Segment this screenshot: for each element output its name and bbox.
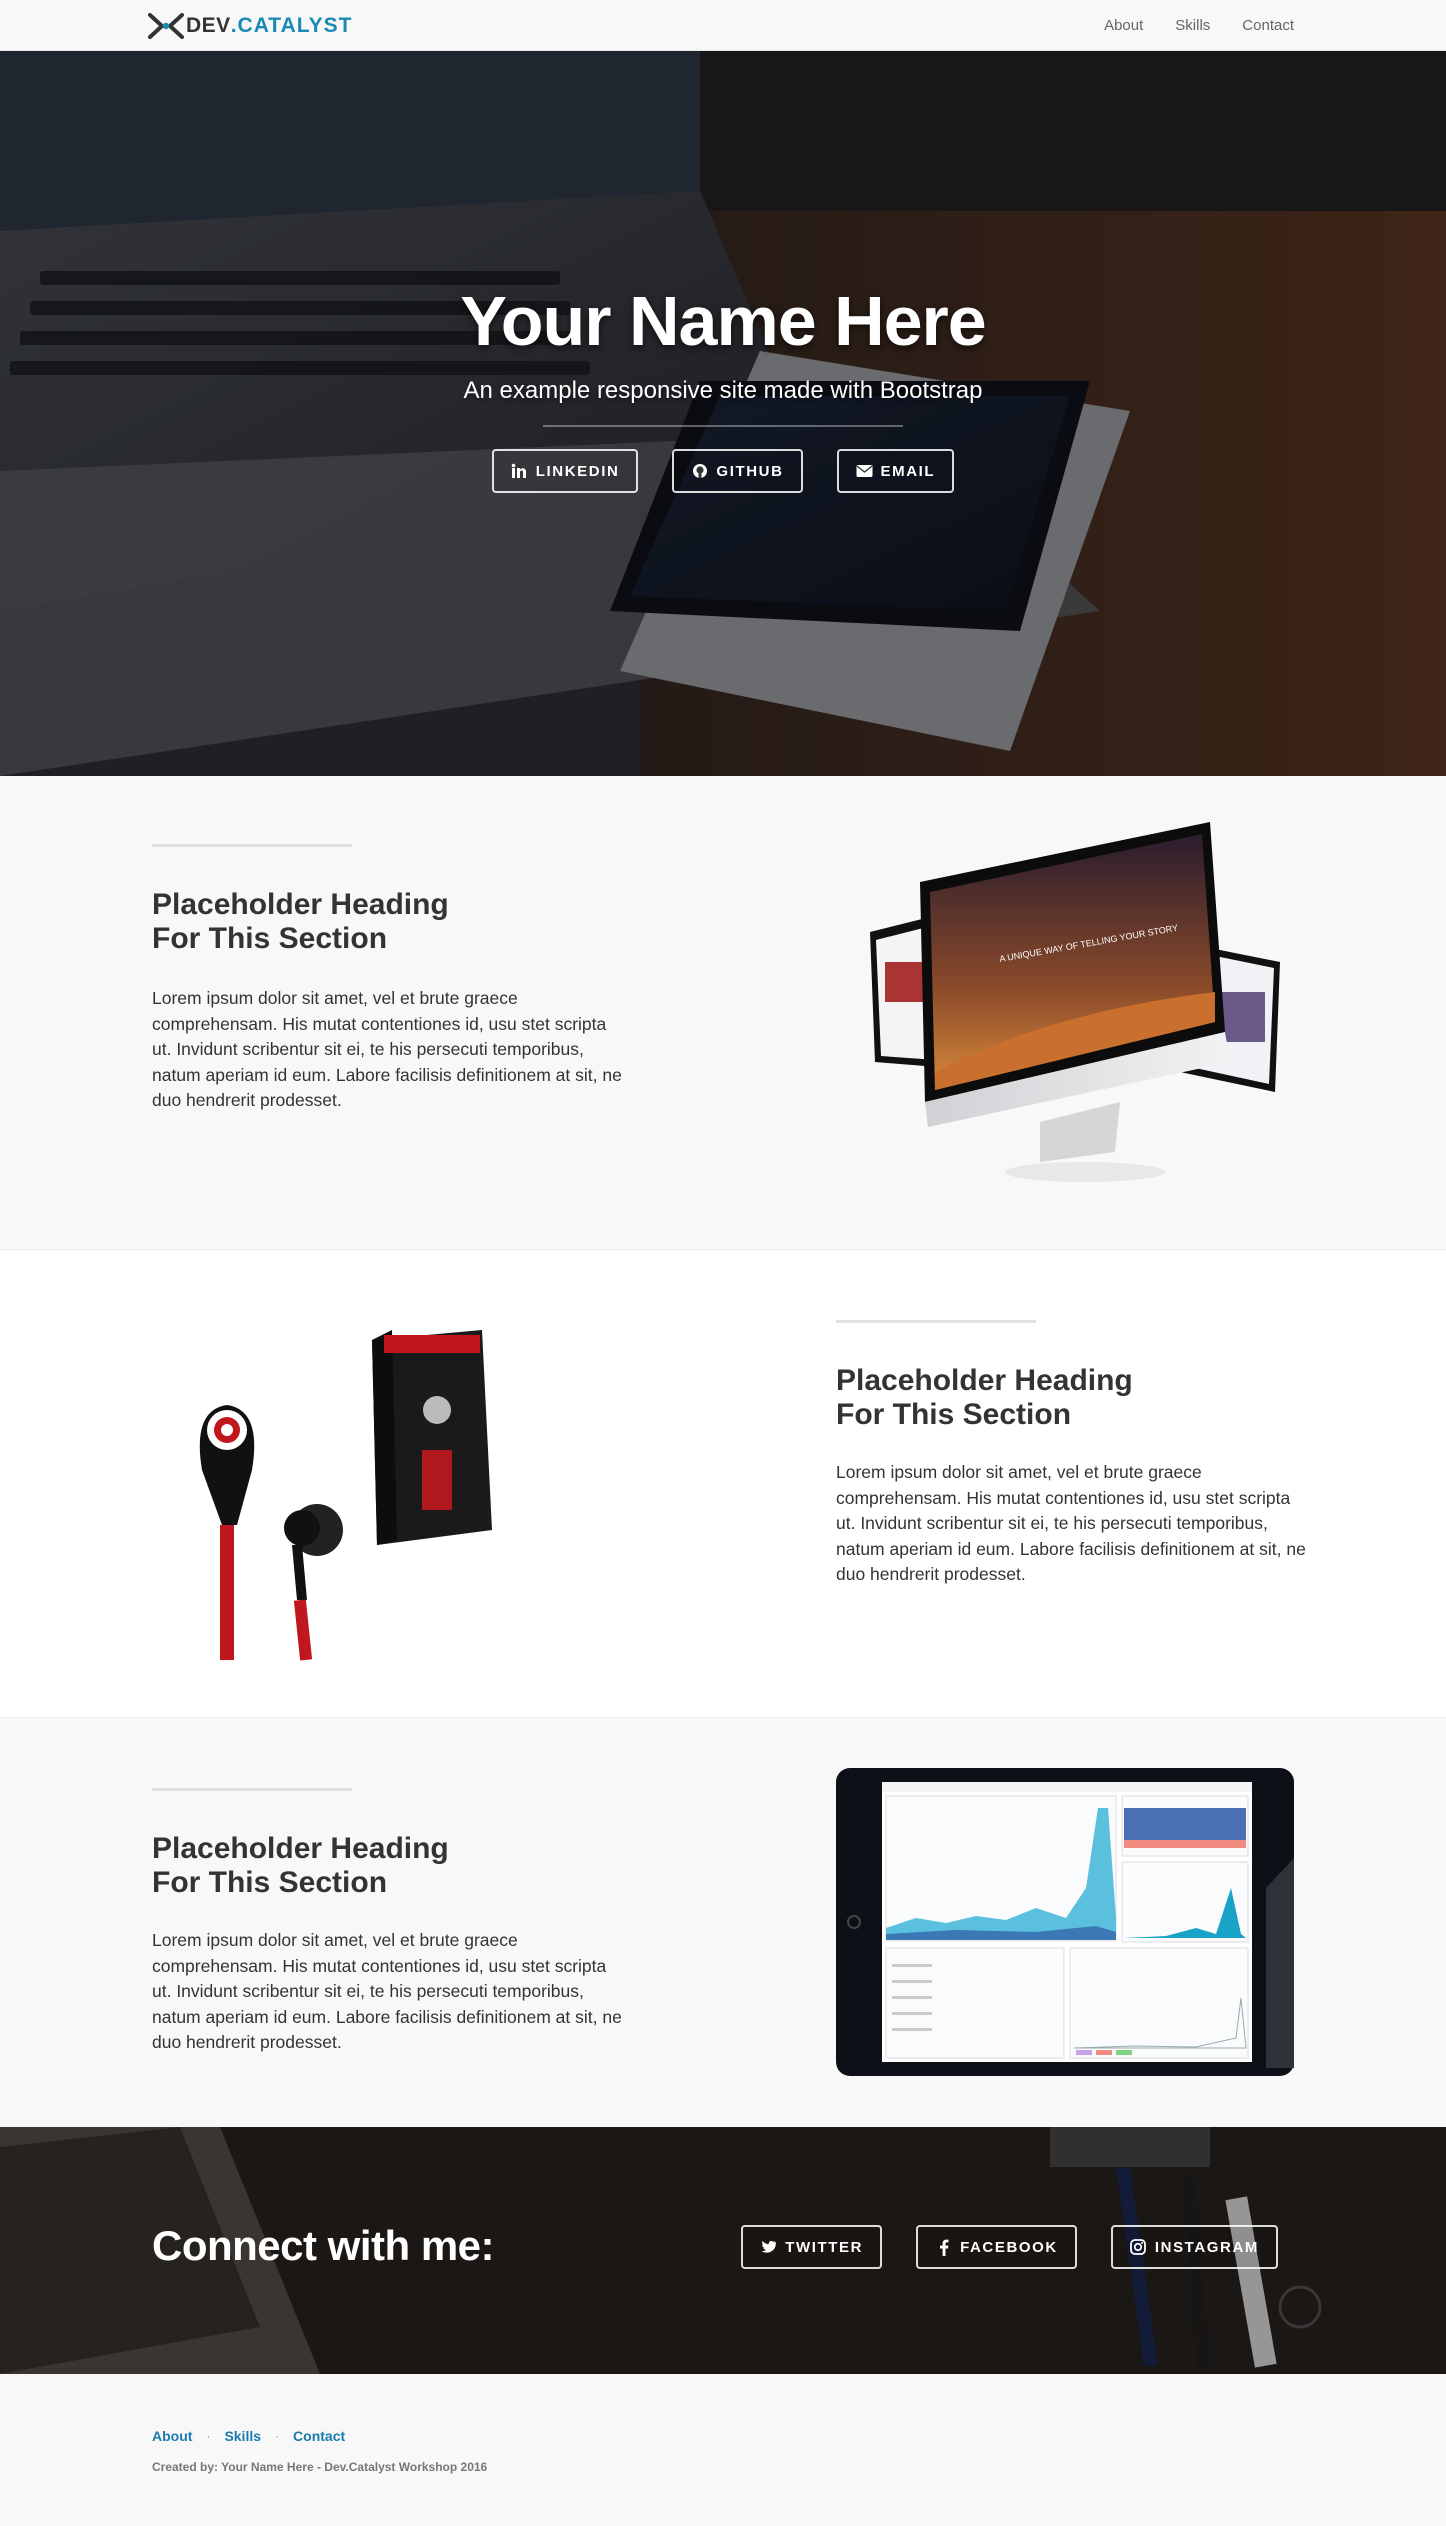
brand-logo[interactable]: DEV. CATALYST: [146, 12, 352, 40]
section-heading-line-1: Placeholder Heading: [152, 1832, 449, 1865]
footer-skills-link[interactable]: Skills: [224, 2428, 261, 2444]
content-section-2: Placeholder Heading For This Section Lor…: [0, 1249, 1446, 1718]
connect-heading: Connect with me:: [152, 2222, 495, 2269]
section-divider: [836, 1320, 1036, 1323]
nav-contact-link[interactable]: Contact: [1242, 17, 1294, 34]
section-paragraph: Lorem ipsum dolor sit amet, vel et brute…: [152, 1930, 622, 2052]
github-icon: [691, 463, 708, 480]
twitter-button[interactable]: TWITTER: [741, 2225, 883, 2269]
twitter-button-label: TWITTER: [785, 2238, 864, 2256]
twitter-icon: [760, 2239, 777, 2256]
footer-separator: ·: [206, 2429, 211, 2443]
content-section-1: Placeholder Heading For This Section Lor…: [0, 776, 1446, 1249]
facebook-button[interactable]: FACEBOOK: [916, 2225, 1077, 2269]
footer-links: About · Skills · Contact: [152, 2428, 345, 2444]
section-heading: Placeholder Heading For This Section: [836, 1364, 1256, 1432]
hero-social-buttons: LINKEDIN GITHUB EMAIL: [0, 449, 1446, 493]
hero-divider: [543, 425, 903, 427]
section-heading-line-2: For This Section: [152, 922, 388, 955]
footer-contact-link[interactable]: Contact: [293, 2428, 345, 2444]
section-divider: [152, 844, 352, 847]
facebook-icon: [935, 2239, 952, 2256]
section-paragraph: Lorem ipsum dolor sit amet, vel et brute…: [152, 988, 622, 1110]
earphones-product-image: [152, 1300, 522, 1670]
tablet-dashboard-image: [836, 1768, 1294, 2076]
brand-prefix: DEV: [186, 14, 231, 37]
github-button-label: GITHUB: [716, 462, 784, 480]
email-button[interactable]: EMAIL: [836, 449, 955, 493]
content-section-3: Placeholder Heading For This Section Lor…: [0, 1718, 1446, 2127]
github-button[interactable]: GITHUB: [672, 449, 803, 493]
devices-mockup-image: A UNIQUE WAY OF TELLING YOUR STORY: [870, 822, 1280, 1182]
facebook-button-label: FACEBOOK: [960, 2238, 1058, 2256]
nav-menu: About Skills Contact: [1104, 0, 1294, 51]
section-heading-line-1: Placeholder Heading: [836, 1364, 1133, 1397]
linkedin-button-label: LINKEDIN: [535, 462, 620, 480]
linkedin-button[interactable]: LINKEDIN: [491, 449, 639, 493]
footer-credit: Created by: Your Name Here - Dev.Catalys…: [152, 2460, 488, 2474]
section-paragraph: Lorem ipsum dolor sit amet, vel et brute…: [836, 1462, 1306, 1584]
section-heading: Placeholder Heading For This Section: [152, 1832, 572, 1900]
instagram-icon: [1130, 2239, 1147, 2256]
catalyst-logo-icon: [148, 13, 184, 39]
connect-social-buttons: TWITTER FACEBOOK INSTAGRAM: [741, 2225, 1278, 2269]
footer: About · Skills · Contact Created by: You…: [0, 2374, 1446, 2526]
email-button-label: EMAIL: [880, 462, 936, 480]
hero-title: Your Name Here: [460, 282, 986, 360]
brand-dot: .: [230, 14, 238, 37]
footer-about-link[interactable]: About: [152, 2428, 192, 2444]
linkedin-icon: [511, 463, 528, 480]
connect-banner: Connect with me: TWITTER FACEBOOK INSTAG…: [0, 2127, 1446, 2374]
section-heading: Placeholder Heading For This Section: [152, 888, 572, 956]
section-heading-line-2: For This Section: [152, 1866, 388, 1899]
section-heading-line-1: Placeholder Heading: [152, 888, 449, 921]
section-divider: [152, 1788, 352, 1791]
nav-about-link[interactable]: About: [1104, 17, 1143, 34]
hero-section: Your Name Here An example responsive sit…: [0, 51, 1446, 776]
section-heading-line-2: For This Section: [836, 1398, 1072, 1431]
instagram-button[interactable]: INSTAGRAM: [1110, 2225, 1278, 2269]
footer-separator: ·: [275, 2429, 280, 2443]
instagram-button-label: INSTAGRAM: [1154, 2238, 1259, 2256]
hero-content: Your Name Here An example responsive sit…: [0, 281, 1446, 493]
navbar: DEV. CATALYST About Skills Contact: [0, 0, 1446, 51]
hero-subtitle: An example responsive site made with Boo…: [463, 377, 983, 404]
nav-skills-link[interactable]: Skills: [1175, 17, 1210, 34]
brand-name: CATALYST: [237, 14, 353, 37]
envelope-icon: [856, 463, 873, 480]
